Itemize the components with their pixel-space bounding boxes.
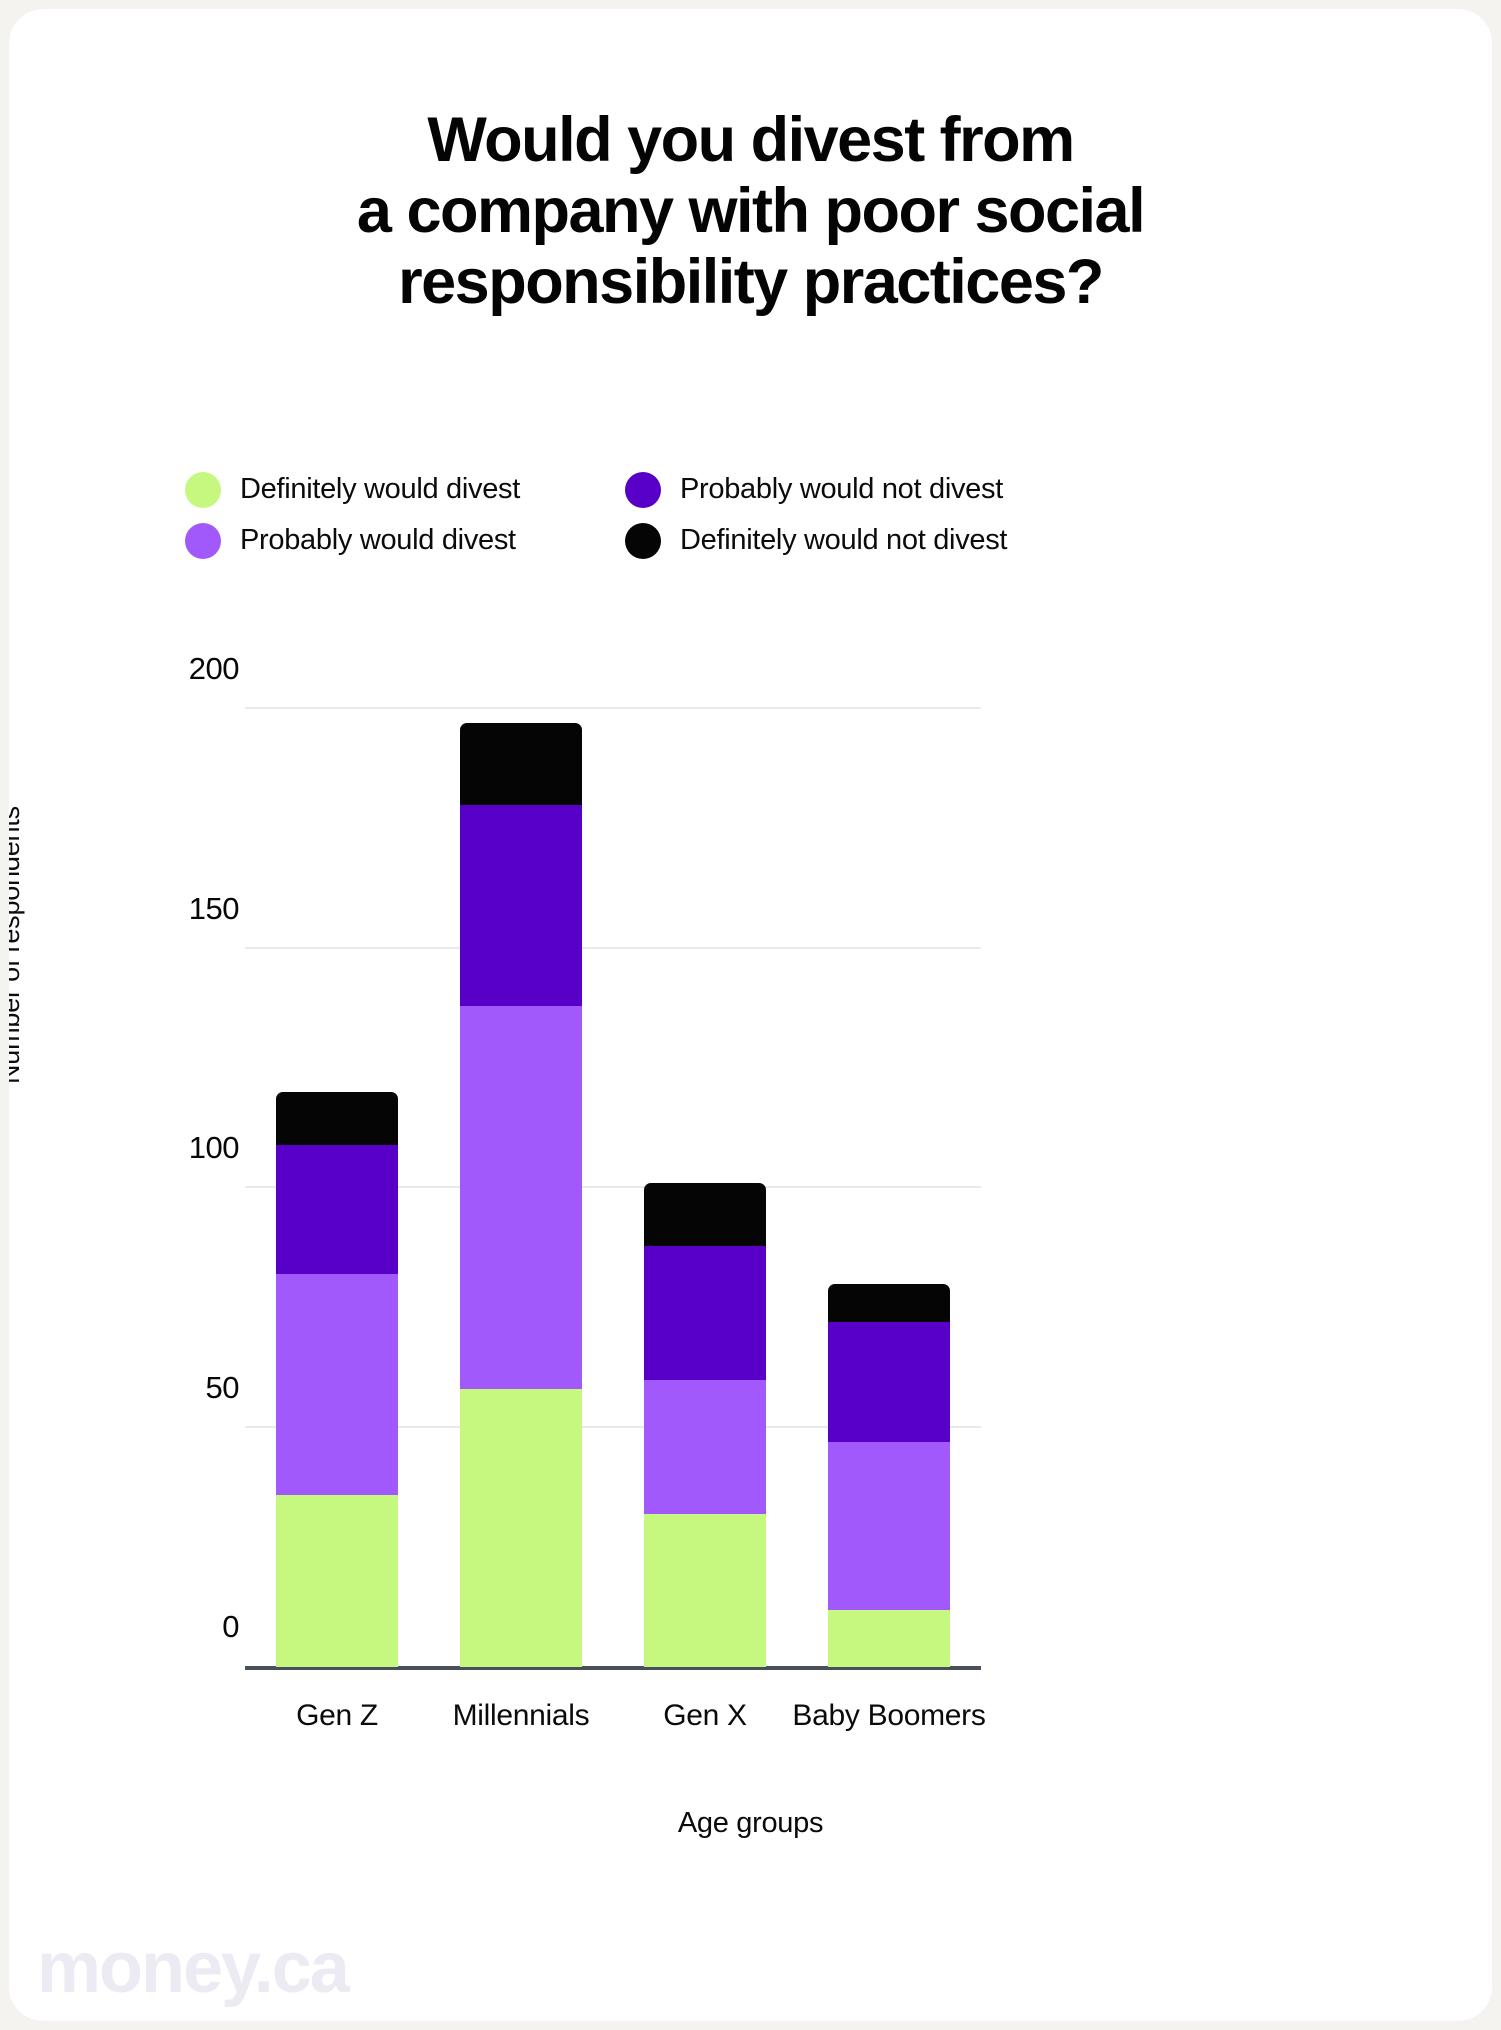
bar-segment[interactable] xyxy=(276,1274,398,1495)
legend-item-definitely-would-divest[interactable]: Definitely would divest xyxy=(185,471,625,508)
legend-dot-icon xyxy=(625,471,661,508)
y-tick-label: 50 xyxy=(205,1369,240,1405)
bar-segment[interactable] xyxy=(276,1494,398,1667)
y-tick-label: 100 xyxy=(188,1130,240,1165)
page-title: Would you divest from a company with poo… xyxy=(9,105,1492,318)
bar-gen-x[interactable] xyxy=(644,1183,766,1667)
x-axis-title: Age groups xyxy=(677,1807,824,1839)
legend-item-label: Definitely would not divest xyxy=(680,524,1008,556)
bar-baby-boomers[interactable] xyxy=(828,1283,950,1667)
bar-segment[interactable] xyxy=(644,1245,766,1380)
plot-area xyxy=(245,707,981,1670)
legend-item-probably-would-divest[interactable]: Probably would divest xyxy=(185,522,625,559)
bar-segment[interactable] xyxy=(276,1092,398,1145)
bar-gen-z[interactable] xyxy=(276,1092,398,1667)
y-tick-label: 200 xyxy=(188,651,240,686)
y-axis-title: Number of respondents xyxy=(9,806,25,1084)
bar-segment[interactable] xyxy=(644,1183,766,1246)
legend-dot-icon xyxy=(625,522,661,559)
y-axis-ticks: 0 50 100 150 200 xyxy=(119,651,240,1667)
legend-item-probably-would-not-divest[interactable]: Probably would not divest xyxy=(625,471,1045,508)
watermark: money.ca xyxy=(37,1928,350,2008)
y-tick-label: 0 xyxy=(222,1609,239,1644)
legend-dot-icon xyxy=(185,522,221,559)
chart-legend: Definitely would divest Probably would n… xyxy=(185,464,1045,566)
legend-item-label: Probably would divest xyxy=(240,524,516,556)
bar-segment[interactable] xyxy=(828,1283,950,1323)
legend-item-label: Probably would not divest xyxy=(680,473,1003,505)
bar-segment[interactable] xyxy=(460,1006,582,1390)
gridline xyxy=(245,946,981,949)
title-line-2: a company with poor social xyxy=(356,176,1146,246)
bar-segment[interactable] xyxy=(828,1441,950,1610)
bar-segment[interactable] xyxy=(460,1389,582,1667)
title-line-1: Would you divest from xyxy=(427,105,1075,175)
bar-segment[interactable] xyxy=(828,1322,950,1442)
bar-segment[interactable] xyxy=(276,1144,398,1275)
x-tick-label: Baby Boomers xyxy=(792,1699,986,1732)
legend-item-label: Definitely would divest xyxy=(240,473,521,505)
bar-segment[interactable] xyxy=(460,723,582,805)
legend-item-definitely-would-not-divest[interactable]: Definitely would not divest xyxy=(625,522,1045,559)
bar-segment[interactable] xyxy=(460,804,582,1006)
bar-segment[interactable] xyxy=(828,1609,950,1667)
gridline xyxy=(245,707,981,709)
y-tick-label: 150 xyxy=(188,890,240,926)
title-line-3: responsibility practices? xyxy=(398,247,1104,317)
bar-millennials[interactable] xyxy=(460,723,582,1667)
bar-segment[interactable] xyxy=(644,1379,766,1514)
chart-card: Would you divest from a company with poo… xyxy=(9,9,1492,2021)
legend-row: Definitely would divest Probably would n… xyxy=(185,464,1045,515)
bar-segment[interactable] xyxy=(644,1513,766,1667)
legend-row: Probably would divest Definitely would n… xyxy=(185,515,1045,566)
legend-dot-icon xyxy=(185,471,221,508)
